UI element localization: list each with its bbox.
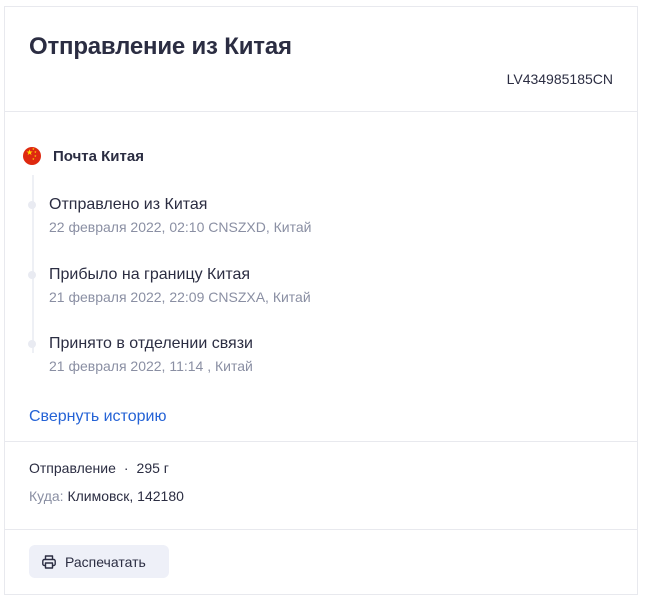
- timeline-dot: [28, 201, 36, 209]
- shipment-weight-row: Отправление · 295 г: [29, 460, 169, 476]
- event-meta: 21 февраля 2022, 22:09 CNSZXA, Китай: [49, 289, 311, 305]
- track-number: LV434985185CN: [506, 71, 613, 87]
- page-title: Отправление из Китая: [29, 33, 292, 60]
- carrier-name: Почта Китая: [53, 147, 144, 165]
- print-button[interactable]: Распечатать: [29, 545, 169, 578]
- shipment-details: Отправление · 295 г Куда: Климовск, 142180: [5, 441, 637, 530]
- destination-value: Климовск, 142180: [67, 488, 184, 504]
- card-header: Отправление из Китая LV434985185CN: [5, 7, 637, 112]
- destination-label: Куда:: [29, 488, 64, 504]
- timeline-dot: [28, 340, 36, 348]
- event-meta: 21 февраля 2022, 11:14 , Китай: [49, 358, 253, 374]
- shipment-type-label: Отправление: [29, 460, 116, 476]
- separator-dot: ·: [123, 460, 129, 476]
- printer-icon: [42, 554, 56, 569]
- timeline-event: Прибыло на границу Китая 21 февраля 2022…: [28, 265, 311, 306]
- event-meta: 22 февраля 2022, 02:10 CNSZXD, Китай: [49, 219, 312, 235]
- timeline-event: Отправлено из Китая 22 февраля 2022, 02:…: [28, 195, 312, 236]
- event-title: Принято в отделении связи: [49, 335, 253, 352]
- tracking-history: ★ ★ ★ ★ ★ Почта Китая Отправлено из Кита…: [5, 111, 637, 442]
- timeline-event: Принято в отделении связи 21 февраля 202…: [28, 334, 253, 375]
- carrier-row: ★ ★ ★ ★ ★ Почта Китая: [23, 147, 144, 165]
- card-footer: Распечатать: [5, 530, 637, 596]
- event-title: Прибыло на границу Китая: [49, 266, 251, 283]
- event-title: Отправлено из Китая: [49, 196, 208, 213]
- collapse-history-link[interactable]: Свернуть историю: [29, 408, 166, 426]
- destination-row: Куда: Климовск, 142180: [29, 488, 184, 504]
- shipment-weight: 295 г: [136, 460, 169, 476]
- tracking-card: Отправление из Китая LV434985185CN ★ ★ ★…: [4, 6, 638, 595]
- china-flag-icon: ★ ★ ★ ★ ★: [23, 147, 41, 165]
- timeline-dot: [28, 271, 36, 279]
- print-button-label: Распечатать: [65, 553, 146, 570]
